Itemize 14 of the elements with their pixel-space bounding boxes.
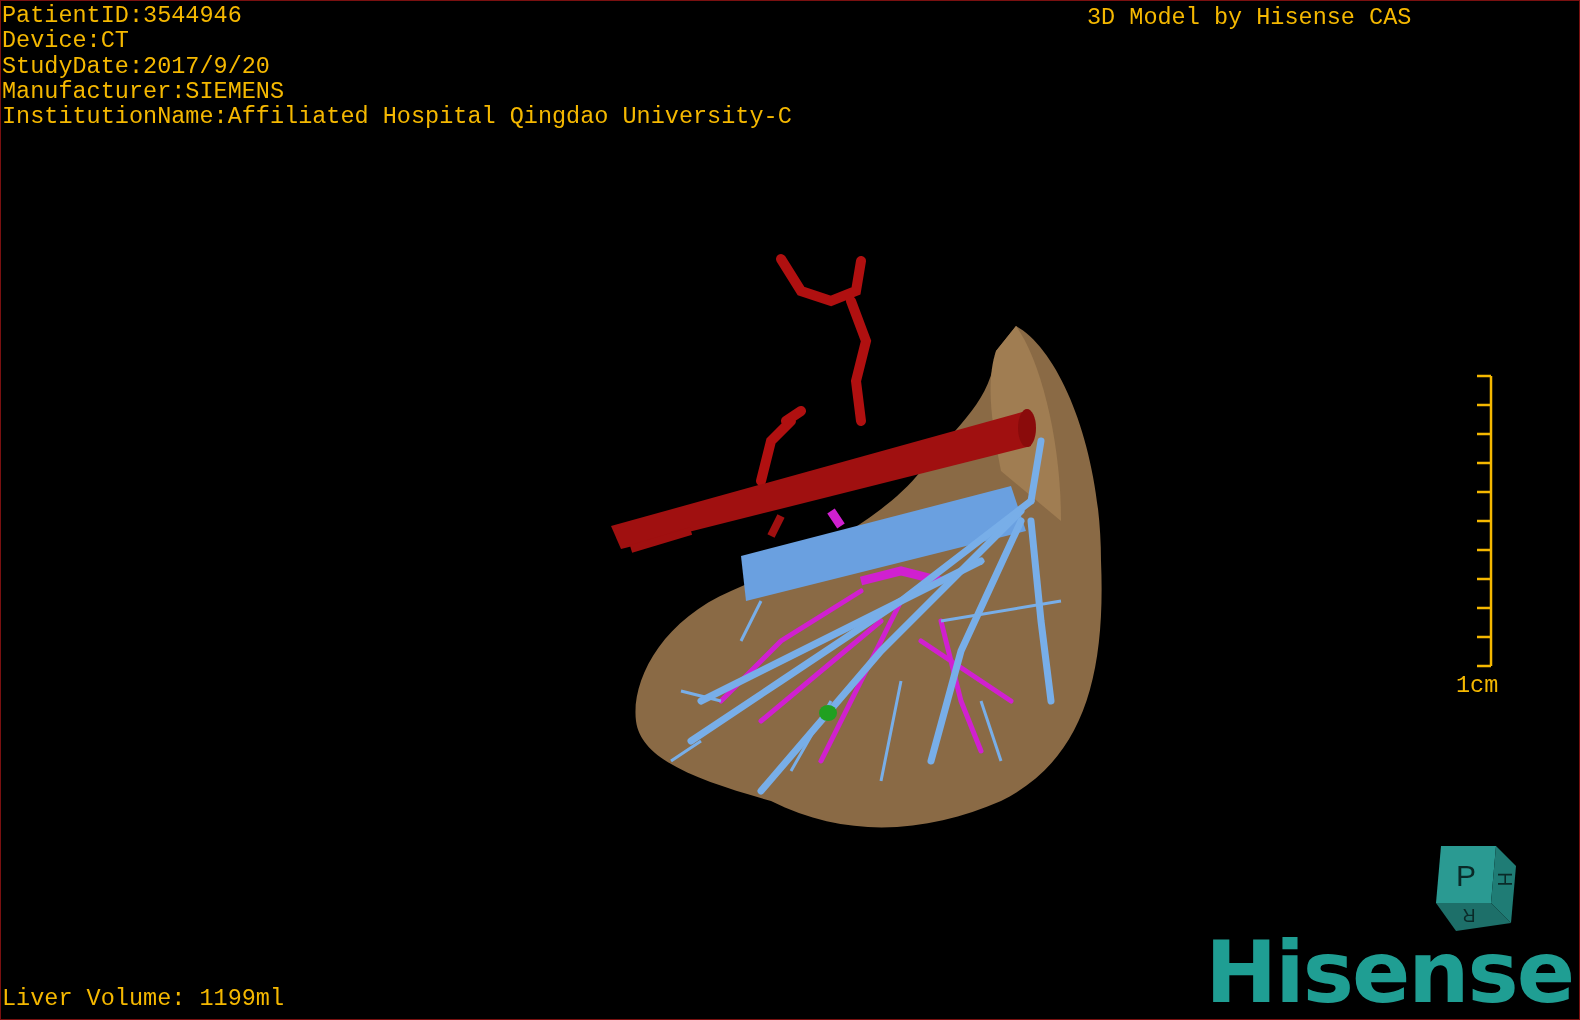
model-title: 3D Model by Hisense CAS: [1087, 5, 1412, 31]
orientation-cube[interactable]: P H R: [1436, 846, 1517, 931]
study-info-line: InstitutionName:Affiliated Hospital Qingdao University-C: [2, 104, 792, 130]
brand-logo: Hisense: [1205, 929, 1573, 1015]
study-info-line: PatientID:3544946: [2, 3, 242, 29]
cube-face-label: P: [1456, 859, 1476, 892]
study-info-line: Device:CT: [2, 28, 129, 54]
viewport-3d[interactable]: PatientID:3544946 Device:CT StudyDate:2017/9/20 Manufacturer:SIEMENS InstitutionName:Affiliated Hospital Qingdao University-C 3D Model by Hisense CAS 1cm Liver Volume: 1199ml P H R Hisense: [0, 0, 1580, 1020]
study-info-line: Manufacturer:SIEMENS: [2, 78, 285, 105]
cube-face-label: R: [1462, 905, 1476, 925]
cube-face-label: H: [1494, 872, 1517, 887]
liver-volume-text: Liver Volume: 1199ml: [2, 986, 285, 1012]
scale-label: 1cm: [1456, 673, 1499, 699]
study-info-line: StudyDate:2017/9/20: [2, 53, 270, 79]
